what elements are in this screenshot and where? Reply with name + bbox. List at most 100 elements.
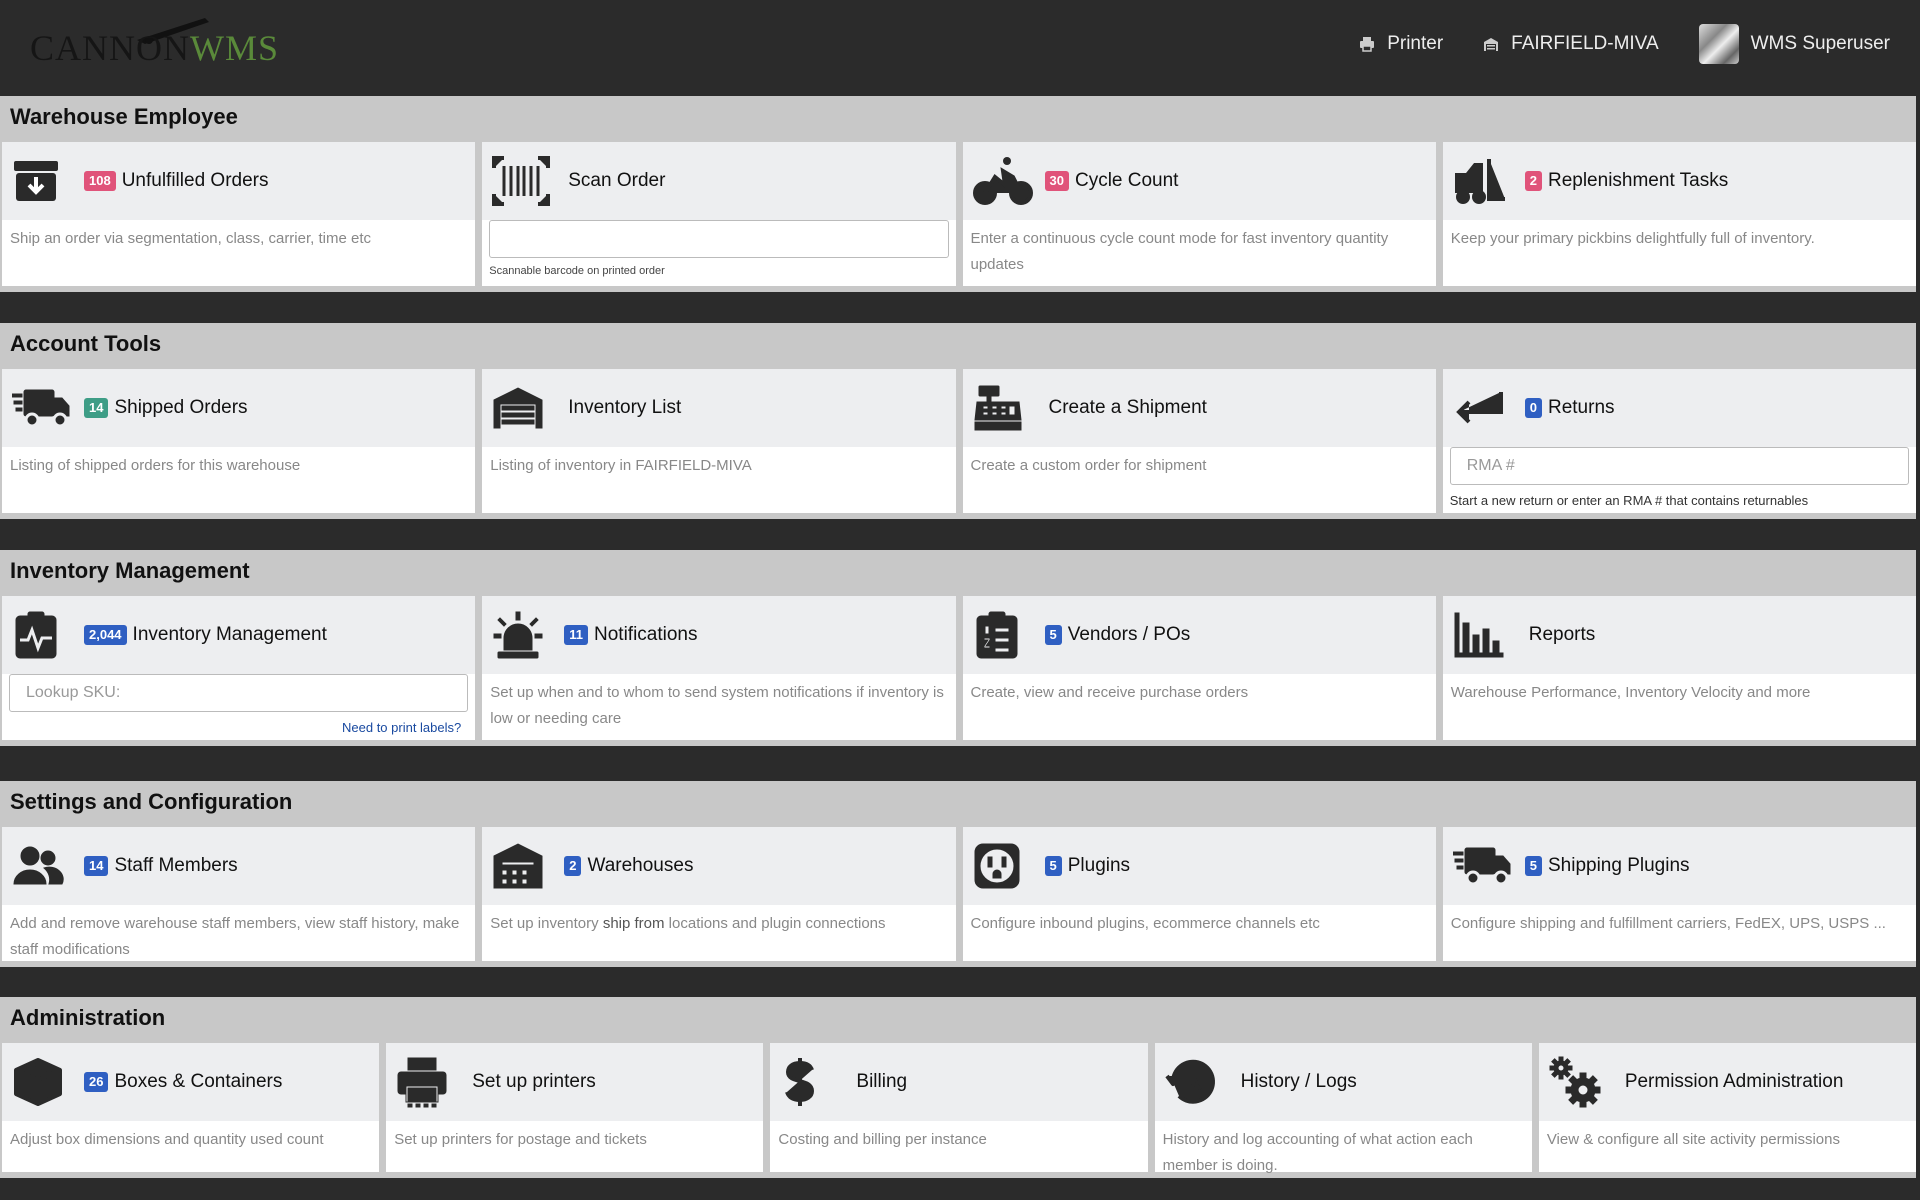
gears-icon (1549, 1054, 1611, 1110)
alarm-light-icon (492, 607, 554, 663)
card-description: Costing and billing per instance (778, 1131, 987, 1148)
section-account-tools: Account Tools 14 Shipped Orders Listing … (0, 323, 1916, 519)
card-returns[interactable]: 0 Returns RMA # Start a new return or en… (1442, 369, 1916, 513)
printer-menu[interactable]: Printer (1359, 33, 1443, 55)
count-badge: 108 (84, 171, 116, 191)
shipping-truck-icon (12, 380, 74, 436)
rma-input[interactable]: RMA # (1449, 447, 1909, 485)
card-scan-order[interactable]: Scan Order Scannable barcode on printed … (482, 142, 956, 286)
card-description: Configure inbound plugins, ecommerce cha… (970, 915, 1320, 932)
card-description: View & configure all site activity permi… (1546, 1131, 1840, 1148)
logo-text-cannon: CANNON (30, 28, 191, 68)
section-administration: Administration 26 Boxes & Containers Adj… (0, 997, 1917, 1178)
top-nav: Printer FAIRFIELD-MIVA WMS Superuser (1359, 24, 1890, 64)
scan-order-input[interactable] (489, 220, 949, 258)
cannon-wms-logo[interactable]: CANNONWMS (30, 14, 278, 68)
card-description: Listing of shipped orders for this wareh… (10, 457, 301, 474)
card-permission-administration[interactable]: Permission Administration View & configu… (1538, 1043, 1917, 1172)
section-title: Administration (10, 1005, 166, 1030)
section-title: Inventory Management (10, 558, 250, 583)
card-title: Billing (856, 1071, 908, 1092)
card-title: Inventory List (568, 397, 682, 418)
card-title: Returns (1547, 397, 1615, 418)
box-icon (12, 1054, 74, 1110)
card-description: Add and remove warehouse staff members, … (10, 915, 460, 958)
card-title: Notifications (594, 624, 698, 645)
cash-register-icon (973, 380, 1035, 436)
section-title: Settings and Configuration (10, 789, 293, 814)
card-title: Warehouses (587, 855, 694, 876)
count-badge: 14 (84, 398, 109, 418)
bar-chart-icon (1453, 607, 1515, 663)
return-arrow-icon (1453, 380, 1515, 436)
card-billing[interactable]: Billing Costing and billing per instance (770, 1043, 1148, 1172)
card-set-up-printers[interactable]: Set up printers Set up printers for post… (386, 1043, 764, 1172)
print-labels-link[interactable]: Need to print labels? (342, 720, 461, 735)
card-description: Set up printers for postage and tickets (394, 1131, 647, 1148)
count-badge: 2,044 (84, 625, 127, 645)
card-description: History and log accounting of what actio… (1162, 1131, 1473, 1174)
returns-note: Start a new return or enter an RMA # tha… (1449, 493, 1809, 508)
card-create-shipment[interactable]: Create a Shipment Create a custom order … (962, 369, 1436, 513)
warehouse-menu[interactable]: FAIRFIELD-MIVA (1483, 33, 1659, 55)
card-plugins[interactable]: 5 Plugins Configure inbound plugins, eco… (962, 827, 1436, 961)
count-badge: 5 (1524, 856, 1542, 876)
card-title: Vendors / POs (1067, 624, 1191, 645)
card-unfulfilled-orders[interactable]: 108 Unfulfilled Orders Ship an order via… (2, 142, 476, 286)
card-description: Create, view and receive purchase orders (970, 684, 1249, 701)
card-description: Ship an order via segmentation, class, c… (10, 230, 371, 247)
user-label: WMS Superuser (1750, 33, 1890, 54)
card-description: Enter a continuous cycle count mode for … (970, 230, 1389, 273)
scan-order-note: Scannable barcode on printed order (489, 265, 665, 277)
card-shipping-plugins[interactable]: 5 Shipping Plugins Configure shipping an… (1442, 827, 1916, 961)
bicycle-icon (972, 153, 1035, 209)
card-title: Unfulfilled Orders (121, 170, 269, 191)
count-badge: 2 (564, 856, 582, 876)
card-notifications[interactable]: 11 Notifications Set up when and to whom… (482, 596, 956, 740)
card-reports[interactable]: Reports Warehouse Performance, Inventory… (1442, 596, 1916, 740)
card-vendors-pos[interactable]: 5 Vendors / POs Create, view and receive… (962, 596, 1436, 740)
card-title: Scan Order (568, 170, 666, 191)
barcode-scan-icon (492, 153, 554, 209)
card-shipped-orders[interactable]: 14 Shipped Orders Listing of shipped ord… (2, 369, 476, 513)
card-staff-members[interactable]: 14 Staff Members Add and remove warehous… (2, 827, 476, 961)
archive-download-icon (12, 153, 74, 209)
lookup-sku-input[interactable]: Lookup SKU: (9, 674, 469, 712)
card-title: Shipped Orders (114, 397, 248, 418)
card-cycle-count[interactable]: 30 Cycle Count Enter a continuous cycle … (962, 142, 1436, 286)
section-warehouse-employee: Warehouse Employee 108 Unfulfilled Order… (0, 96, 1916, 292)
card-description: Warehouse Performance, Inventory Velocit… (1450, 684, 1811, 701)
logo-text-wms: WMS (190, 28, 280, 68)
card-warehouses[interactable]: 2 Warehouses Set up inventory ship from … (482, 827, 956, 961)
dollar-sign-icon (780, 1054, 842, 1110)
card-description: Listing of inventory in FAIRFIELD-MIVA (490, 457, 752, 474)
card-title: Reports (1528, 624, 1596, 645)
printer-icon (1360, 37, 1375, 52)
printer-label: Printer (1387, 33, 1444, 54)
card-history-logs[interactable]: History / Logs History and log accountin… (1154, 1043, 1532, 1174)
card-title: Replenishment Tasks (1547, 170, 1729, 191)
card-title: Staff Members (114, 855, 238, 876)
top-bar: CANNONWMS Printer FAIRFIELD-MIVA WMS Sup… (0, 0, 1920, 96)
count-badge: 5 (1044, 625, 1062, 645)
user-menu[interactable]: WMS Superuser (1698, 24, 1890, 64)
card-boxes-containers[interactable]: 26 Boxes & Containers Adjust box dimensi… (2, 1043, 380, 1172)
section-title: Account Tools (10, 331, 162, 356)
avatar (1698, 24, 1739, 64)
shipping-truck-icon (1452, 838, 1515, 894)
card-description: Adjust box dimensions and quantity used … (10, 1131, 324, 1148)
card-inventory-management[interactable]: 2,044 Inventory Management Lookup SKU: N… (2, 596, 476, 740)
section-settings-configuration: Settings and Configuration 14 Staff Memb… (0, 781, 1916, 967)
card-inventory-list[interactable]: Inventory List Listing of inventory in F… (482, 369, 956, 513)
card-replenishment-tasks[interactable]: 2 Replenishment Tasks Keep your primary … (1442, 142, 1916, 286)
card-title: Create a Shipment (1048, 397, 1207, 418)
count-badge: 5 (1044, 856, 1062, 876)
count-badge: 2 (1524, 171, 1542, 191)
card-description: Set up inventory ship from locations and… (490, 915, 886, 932)
warehouse-icon (492, 380, 554, 436)
card-title: Boxes & Containers (114, 1071, 283, 1092)
warehouse-icon (1484, 38, 1499, 51)
card-title: History / Logs (1240, 1071, 1357, 1092)
card-title: Plugins (1067, 855, 1131, 876)
card-title: Shipping Plugins (1547, 855, 1690, 876)
